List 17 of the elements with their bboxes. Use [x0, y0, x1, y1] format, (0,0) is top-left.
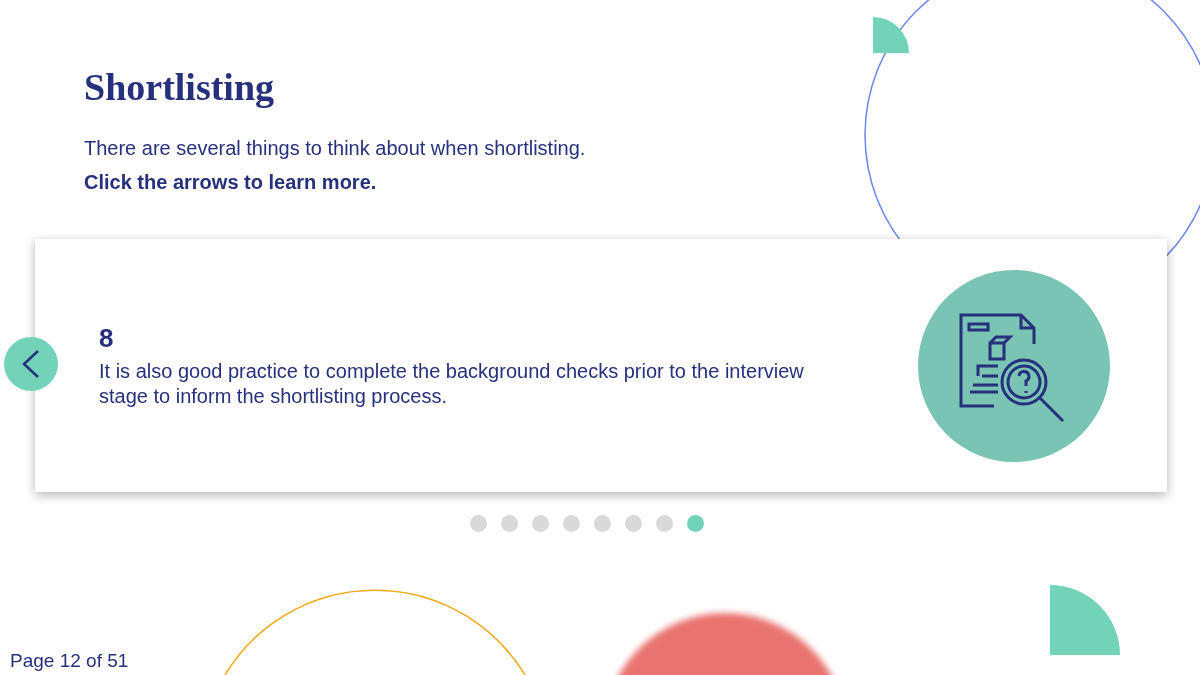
intro-text: There are several things to think about when shortlisting.	[84, 136, 587, 160]
slide-dot[interactable]	[625, 515, 642, 532]
previous-button[interactable]	[4, 337, 58, 391]
slide-dot[interactable]	[563, 515, 580, 532]
page-counter: Page 12 of 51	[10, 649, 130, 673]
slide-dot[interactable]	[501, 515, 518, 532]
instruction-text: Click the arrows to learn more.	[84, 170, 378, 194]
page-title: Shortlisting	[84, 65, 276, 110]
slide-dot[interactable]	[532, 515, 549, 532]
slide-dot[interactable]	[656, 515, 673, 532]
slide-number: 8	[99, 322, 114, 353]
slide-dot[interactable]	[470, 515, 487, 532]
slide-dot[interactable]	[687, 515, 704, 532]
slide-dot[interactable]	[594, 515, 611, 532]
chevron-left-icon	[21, 349, 41, 379]
document-magnifier-icon	[918, 269, 1110, 462]
slide-text: It is also good practice to complete the background checks prior to the interview stage to inform the shortlisting process.	[99, 358, 805, 409]
